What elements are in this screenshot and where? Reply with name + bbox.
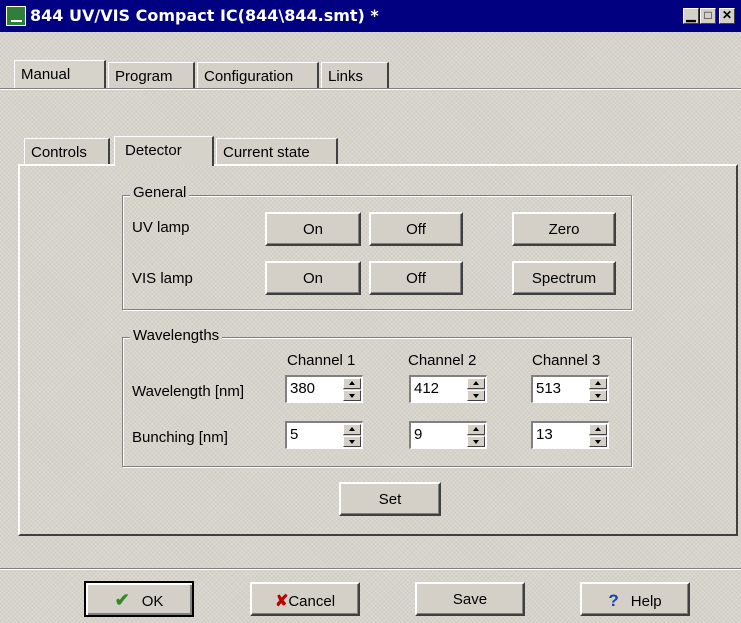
cancel-button[interactable]: ✘Cancel — [250, 582, 360, 616]
app-icon — [6, 6, 26, 26]
uv-off-button[interactable]: Off — [369, 212, 463, 246]
vis-on-button[interactable]: On — [265, 261, 361, 295]
channel-2-header: Channel 2 — [408, 352, 477, 369]
save-button[interactable]: Save — [415, 582, 525, 616]
tab-manual[interactable]: Manual — [14, 60, 106, 88]
spin-up-icon[interactable] — [343, 378, 361, 389]
close-button[interactable]: ✕ — [719, 8, 735, 24]
spectrum-button[interactable]: Spectrum — [512, 261, 616, 295]
title-bar[interactable]: 844 UV/VIS Compact IC(844\844.smt) * ▁ □… — [0, 0, 741, 32]
bunching-ch1-spinbox[interactable]: 5 — [285, 421, 363, 449]
spin-up-icon[interactable] — [589, 424, 607, 435]
uv-lamp-label: UV lamp — [132, 219, 190, 236]
wavelength-label: Wavelength [nm] — [132, 383, 244, 400]
tab-label: Current state — [223, 144, 310, 161]
tab-label: Detector — [125, 142, 182, 159]
spin-down-icon[interactable] — [467, 390, 485, 401]
button-label: Off — [406, 221, 426, 238]
spinbox-value: 513 — [536, 380, 562, 397]
footer-divider — [0, 568, 741, 570]
spinbox-value: 380 — [290, 380, 316, 397]
button-label: On — [302, 270, 323, 287]
tab-program[interactable]: Program — [108, 62, 195, 88]
button-label: On — [302, 221, 323, 238]
spinbox-value: 5 — [290, 426, 299, 443]
button-label: OK — [141, 593, 164, 610]
vis-lamp-label: VIS lamp — [132, 270, 193, 287]
button-label: Save — [452, 591, 488, 608]
button-label: Cancel — [288, 593, 336, 610]
button-label: Off — [406, 270, 426, 287]
bunching-ch3-spinbox[interactable]: 13 — [531, 421, 609, 449]
wavelengths-group-title: Wavelengths — [130, 327, 223, 344]
spin-down-icon[interactable] — [343, 436, 361, 447]
maximize-icon: □ — [704, 8, 712, 22]
channel-3-header: Channel 3 — [532, 352, 601, 369]
tab-label: Configuration — [204, 68, 294, 85]
wavelength-ch3-spinbox[interactable]: 513 — [531, 375, 609, 403]
button-label: Set — [378, 491, 402, 508]
set-button[interactable]: Set — [339, 482, 441, 516]
cancel-x-icon: ✘ — [274, 593, 289, 610]
spin-down-icon[interactable] — [589, 436, 607, 447]
tab-label: Program — [115, 68, 173, 85]
tab-label: Links — [328, 68, 364, 85]
ok-button[interactable]: ✔ OK — [84, 581, 194, 617]
vis-off-button[interactable]: Off — [369, 261, 463, 295]
tab-label: Controls — [31, 144, 87, 161]
spin-up-icon[interactable] — [467, 378, 485, 389]
checkmark-icon: ✔ — [114, 590, 130, 610]
window-title: 844 UV/VIS Compact IC(844\844.smt) * — [30, 6, 379, 25]
general-group-title: General — [130, 184, 190, 201]
tab-links[interactable]: Links — [321, 62, 389, 88]
minimize-button[interactable]: ▁ — [683, 8, 699, 24]
spinbox-value: 9 — [414, 426, 423, 443]
uv-on-button[interactable]: On — [265, 212, 361, 246]
help-button[interactable]: ? Help — [580, 582, 690, 616]
maximize-button[interactable]: □ — [700, 8, 716, 24]
button-label: Help — [630, 593, 662, 610]
wavelength-ch2-spinbox[interactable]: 412 — [409, 375, 487, 403]
help-icon: ? — [608, 591, 619, 610]
zero-button[interactable]: Zero — [512, 212, 616, 246]
tab-detector[interactable]: Detector — [114, 136, 214, 166]
spin-down-icon[interactable] — [467, 436, 485, 447]
spinbox-value: 412 — [414, 380, 440, 397]
channel-1-header: Channel 1 — [287, 352, 356, 369]
tab-strip-divider — [0, 88, 741, 90]
spin-up-icon[interactable] — [467, 424, 485, 435]
bunching-ch2-spinbox[interactable]: 9 — [409, 421, 487, 449]
spin-up-icon[interactable] — [589, 378, 607, 389]
tab-current-state[interactable]: Current state — [216, 138, 338, 164]
bunching-label: Bunching [nm] — [132, 429, 228, 446]
tab-configuration[interactable]: Configuration — [197, 62, 319, 88]
tab-label: Manual — [21, 66, 71, 83]
wavelength-ch1-spinbox[interactable]: 380 — [285, 375, 363, 403]
spin-down-icon[interactable] — [343, 390, 361, 401]
close-icon: ✕ — [721, 8, 733, 22]
button-label: Zero — [548, 221, 580, 238]
spin-down-icon[interactable] — [589, 390, 607, 401]
minimize-icon: ▁ — [686, 8, 696, 22]
button-label: Spectrum — [531, 270, 597, 287]
spin-up-icon[interactable] — [343, 424, 361, 435]
spinbox-value: 13 — [536, 426, 553, 443]
tab-controls[interactable]: Controls — [24, 138, 110, 164]
